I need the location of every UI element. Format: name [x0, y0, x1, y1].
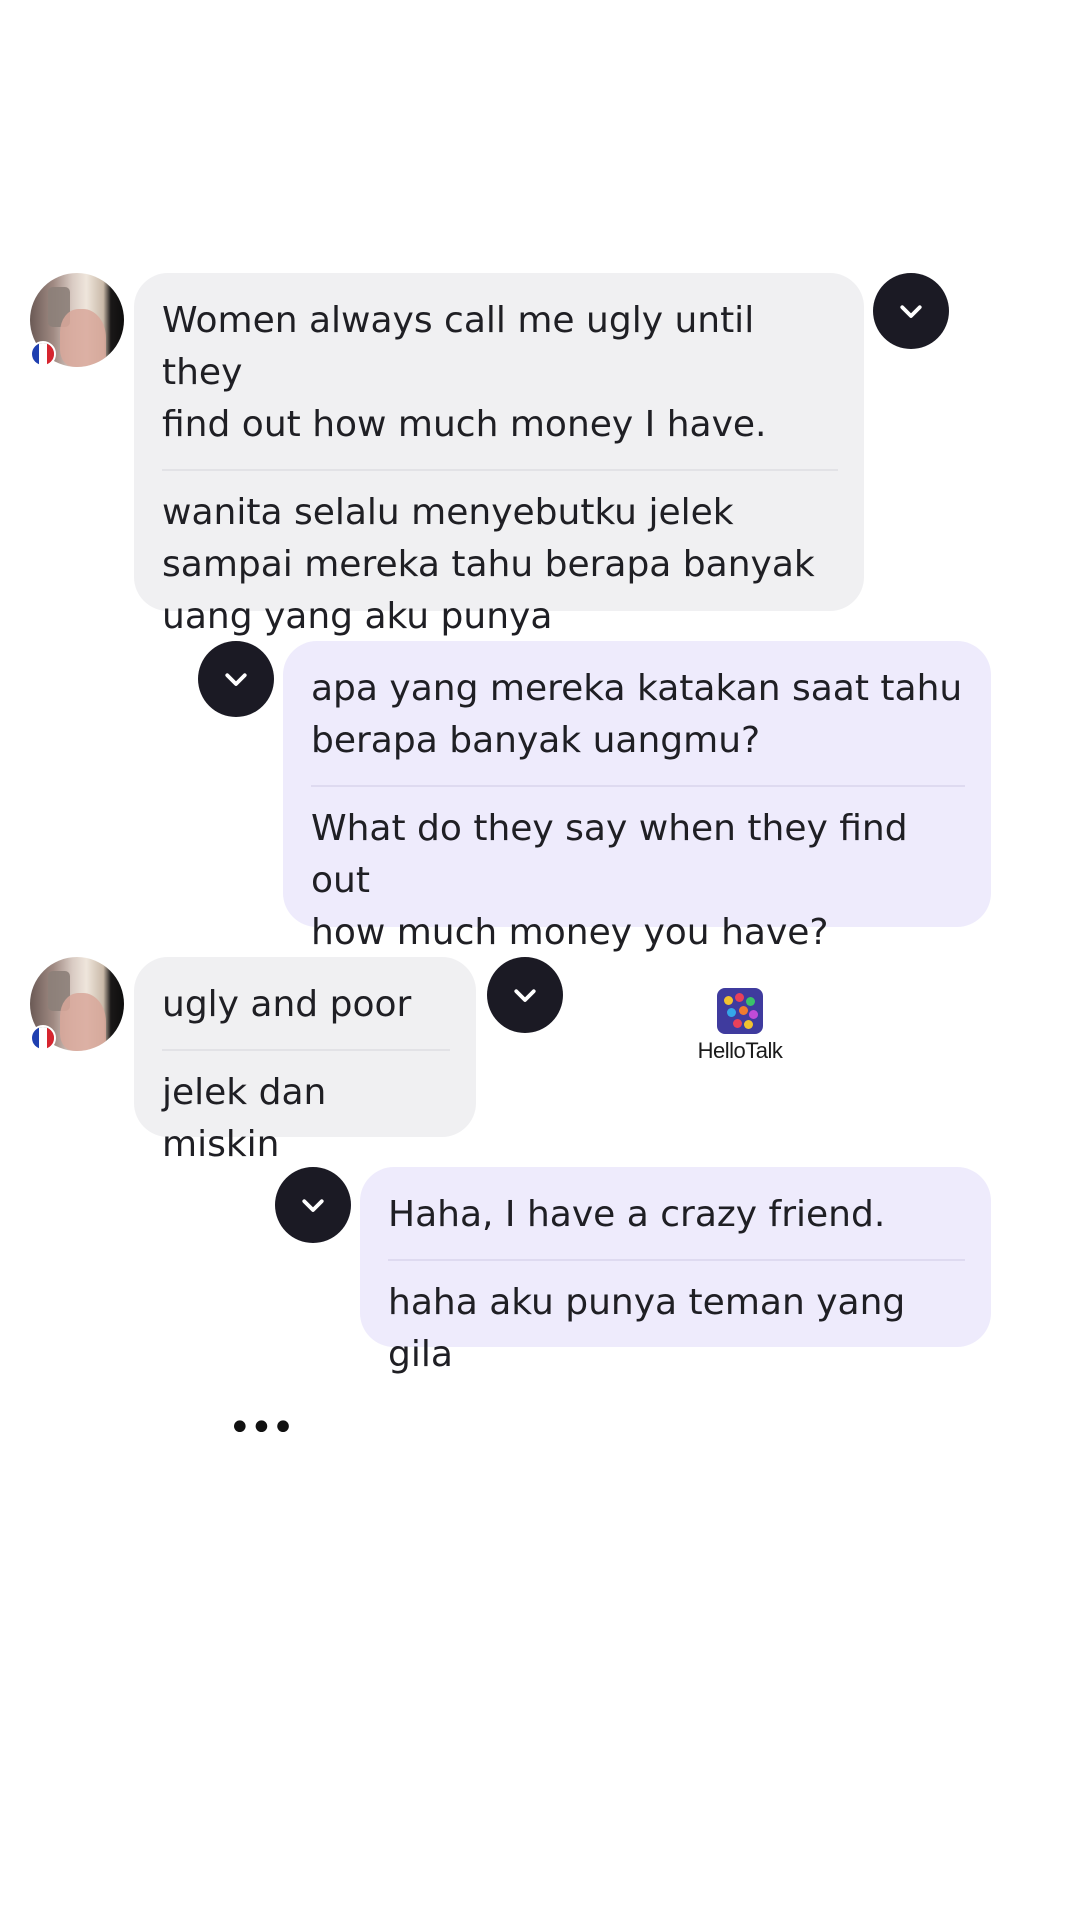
translation-divider — [311, 785, 965, 787]
message-bubble-outgoing[interactable]: apa yang mereka katakan saat tahu berapa… — [283, 641, 991, 953]
message-original-text: Haha, I have a crazy friend. — [388, 1194, 886, 1235]
message-translation-text: wanita selalu menyebutku jelek sampai me… — [162, 492, 815, 637]
hellotalk-wordmark: HelloTalk — [697, 1038, 783, 1063]
chevron-down-icon[interactable] — [487, 957, 563, 1033]
message-bubble-outgoing[interactable]: Haha, I have a crazy friend. haha aku pu… — [360, 1167, 991, 1375]
translation-divider — [162, 469, 838, 471]
message-translation-text: What do they say when they find out how … — [311, 808, 908, 953]
typing-indicator: ••• — [228, 1405, 295, 1451]
avatar-photo-detail — [60, 993, 106, 1051]
translation-divider — [162, 1049, 450, 1051]
france-flag-icon — [30, 1025, 56, 1051]
message-translation-text: jelek dan miskin — [162, 1072, 327, 1165]
translation-divider — [388, 1259, 965, 1261]
chevron-down-icon[interactable] — [873, 273, 949, 349]
hellotalk-logo-icon — [717, 988, 763, 1034]
hellotalk-watermark: HelloTalk — [678, 988, 802, 1078]
chevron-down-icon[interactable] — [275, 1167, 351, 1243]
message-translation-text: haha aku punya teman yang gila — [388, 1282, 906, 1375]
message-bubble-incoming[interactable]: ugly and poor jelek dan miskin — [134, 957, 476, 1165]
message-original-text: Women always call me ugly until they fin… — [162, 300, 767, 445]
france-flag-icon — [30, 341, 56, 367]
avatar-photo-detail — [60, 309, 106, 367]
message-original-text: apa yang mereka katakan saat tahu berapa… — [311, 668, 963, 761]
message-bubble-incoming[interactable]: Women always call me ugly until they fin… — [134, 273, 864, 637]
chevron-down-icon[interactable] — [198, 641, 274, 717]
chat-area[interactable]: Women always call me ugly until they fin… — [0, 0, 1080, 1920]
message-original-text: ugly and poor — [162, 984, 412, 1025]
